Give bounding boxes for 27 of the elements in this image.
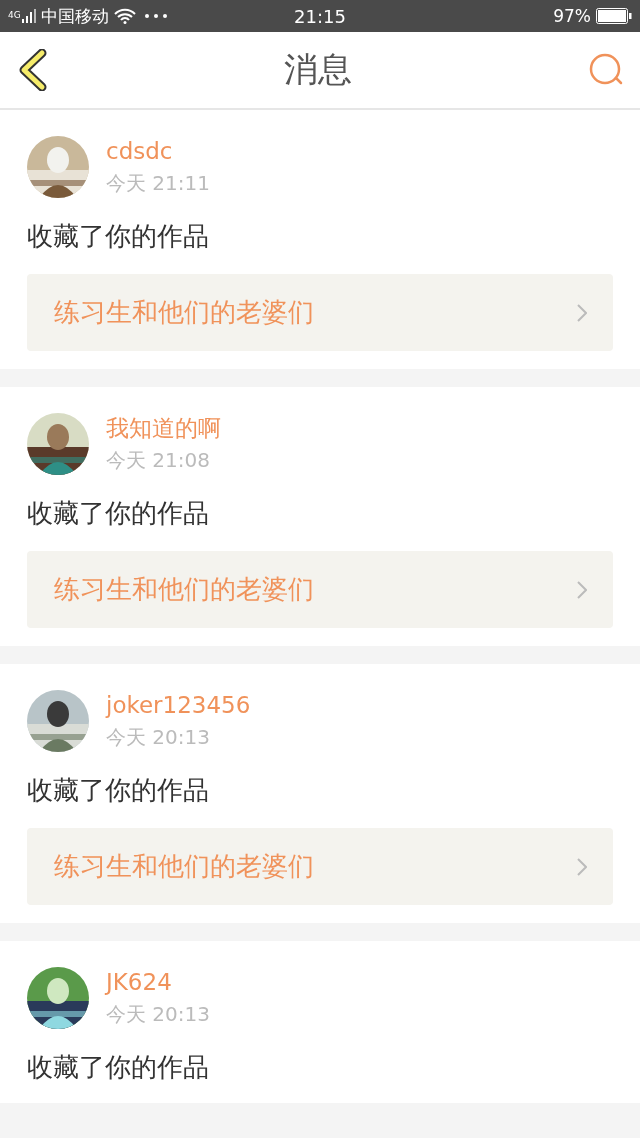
- user-name[interactable]: joker123456: [106, 690, 251, 720]
- message-text: 收藏了你的作品: [27, 220, 210, 253]
- more-icon: [144, 14, 167, 18]
- work-link[interactable]: 练习生和他们的老婆们: [27, 551, 613, 628]
- user-name[interactable]: 我知道的啊: [106, 413, 221, 443]
- chevron-icon: [577, 857, 587, 876]
- signal-icon: [21, 8, 36, 24]
- message-text: 收藏了你的作品: [27, 774, 210, 807]
- carrier-name: 中国移动: [40, 4, 109, 28]
- user-name[interactable]: JK624: [106, 967, 210, 997]
- message-time: 今天 20:13: [106, 1001, 210, 1027]
- battery-icon: [596, 8, 632, 24]
- user-name[interactable]: cdsdc: [106, 136, 210, 166]
- message-time: 今天 21:08: [106, 447, 211, 473]
- wifi-icon: [113, 8, 136, 24]
- clock-time: 21:15: [294, 5, 346, 27]
- work-link[interactable]: 练习生和他们的老婆们: [27, 828, 613, 905]
- battery-percent: 97%: [553, 6, 591, 26]
- page-title: 消息: [284, 48, 352, 91]
- message-text: 收藏了你的作品: [27, 497, 210, 530]
- message-time: 今天 21:11: [106, 170, 210, 196]
- chevron-icon: [577, 303, 587, 322]
- chevron-icon: [577, 580, 587, 599]
- message-time: 今天 20:13: [106, 724, 211, 750]
- network-label: 4G: [8, 9, 21, 20]
- work-link[interactable]: 练习生和他们的老婆们: [27, 274, 613, 351]
- message-text: 收藏了你的作品: [27, 1051, 210, 1084]
